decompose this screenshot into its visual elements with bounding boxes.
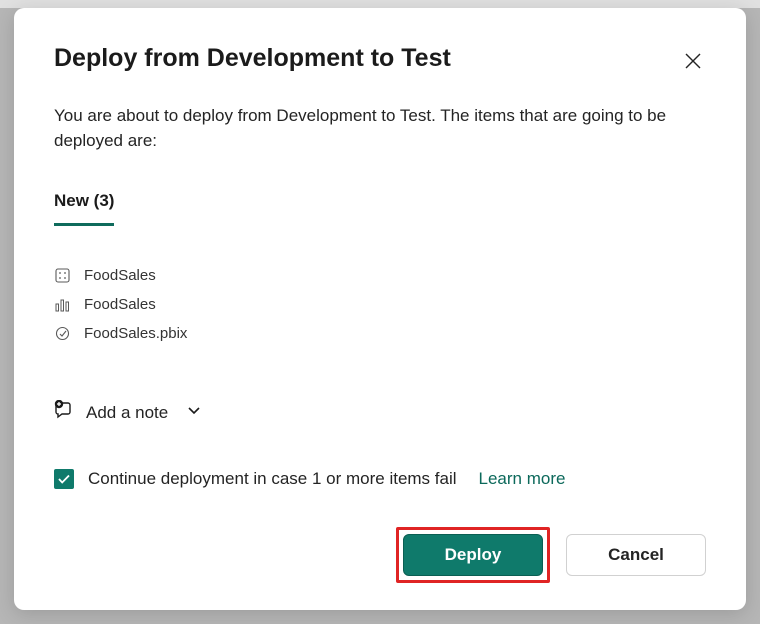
tab-new[interactable]: New (3) bbox=[54, 191, 114, 226]
continue-row: Continue deployment in case 1 or more it… bbox=[54, 469, 706, 489]
item-label: FoodSales.pbix bbox=[84, 325, 187, 342]
item-label: FoodSales bbox=[84, 267, 156, 284]
file-icon bbox=[54, 326, 70, 342]
close-icon bbox=[684, 52, 702, 70]
item-list: FoodSales FoodSales FoodSales.pbix bbox=[54, 261, 706, 348]
add-note-label: Add a note bbox=[86, 403, 168, 423]
check-icon bbox=[57, 472, 71, 486]
add-note-toggle[interactable]: Add a note bbox=[54, 400, 706, 425]
chevron-down-icon bbox=[186, 402, 202, 423]
continue-label: Continue deployment in case 1 or more it… bbox=[88, 469, 457, 489]
tabs: New (3) bbox=[54, 191, 706, 227]
button-row: Deploy Cancel bbox=[54, 527, 706, 583]
learn-more-link[interactable]: Learn more bbox=[479, 469, 566, 489]
background-strip bbox=[0, 0, 760, 8]
report-icon bbox=[54, 297, 70, 313]
list-item: FoodSales.pbix bbox=[54, 319, 706, 348]
dialog-header: Deploy from Development to Test bbox=[54, 44, 706, 74]
list-item: FoodSales bbox=[54, 261, 706, 290]
continue-checkbox[interactable] bbox=[54, 469, 74, 489]
dialog-description: You are about to deploy from Development… bbox=[54, 104, 706, 153]
item-label: FoodSales bbox=[84, 296, 156, 313]
dataset-icon bbox=[54, 268, 70, 284]
list-item: FoodSales bbox=[54, 290, 706, 319]
close-button[interactable] bbox=[680, 48, 706, 74]
deploy-highlight: Deploy bbox=[396, 527, 550, 583]
deploy-dialog: Deploy from Development to Test You are … bbox=[14, 8, 746, 610]
dialog-title: Deploy from Development to Test bbox=[54, 44, 451, 73]
deploy-button[interactable]: Deploy bbox=[403, 534, 543, 576]
cancel-button[interactable]: Cancel bbox=[566, 534, 706, 576]
note-add-icon bbox=[54, 400, 74, 425]
